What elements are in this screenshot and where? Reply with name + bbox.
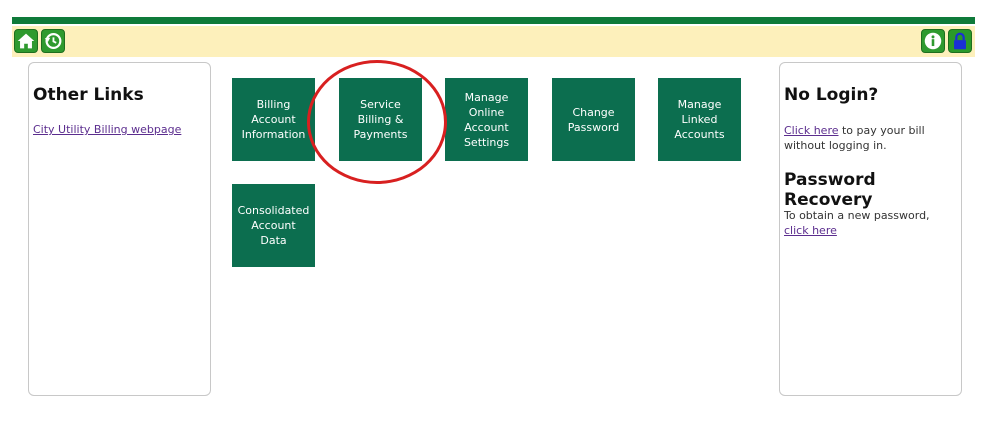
password-recovery-text: To obtain a new password, click here — [784, 208, 954, 238]
other-links-panel: Other Links City Utility Billing webpage — [28, 62, 211, 396]
password-recovery-heading: Password Recovery — [784, 170, 876, 210]
tile-label: Manage Online Account Settings — [463, 90, 510, 149]
tile-label: Service Billing & Payments — [353, 98, 408, 141]
toolbar — [12, 26, 975, 57]
tile-label: Consolidated Account Data — [237, 204, 310, 247]
tile-change-password[interactable]: Change Password — [552, 78, 635, 161]
info-icon[interactable] — [921, 29, 945, 53]
tile-manage-linked-accounts[interactable]: Manage Linked Accounts — [658, 78, 741, 161]
history-icon[interactable] — [41, 29, 65, 53]
top-accent-bar — [12, 17, 975, 24]
password-recovery-description: To obtain a new password, — [784, 209, 930, 222]
tile-label: Change Password — [567, 105, 620, 134]
city-utility-billing-link[interactable]: City Utility Billing webpage — [33, 122, 181, 137]
pay-bill-click-here-link[interactable]: Click here — [784, 124, 839, 137]
lock-icon[interactable] — [948, 29, 972, 53]
tile-label: Manage Linked Accounts — [674, 98, 725, 141]
tile-billing-account-information[interactable]: Billing Account Information — [232, 78, 315, 161]
no-login-heading: No Login? — [784, 85, 879, 105]
info-panel: No Login? Click here to pay your bill wi… — [779, 62, 962, 396]
tile-consolidated-account-data[interactable]: Consolidated Account Data — [232, 184, 315, 267]
home-icon[interactable] — [14, 29, 38, 53]
tile-label: Billing Account Information — [241, 98, 306, 141]
tile-service-billing-payments[interactable]: Service Billing & Payments — [339, 78, 422, 161]
no-login-text: Click here to pay your bill without logg… — [784, 123, 960, 153]
other-links-heading: Other Links — [33, 85, 144, 105]
password-recovery-click-here-link[interactable]: click here — [784, 224, 837, 237]
tile-manage-online-account-settings[interactable]: Manage Online Account Settings — [445, 78, 528, 161]
